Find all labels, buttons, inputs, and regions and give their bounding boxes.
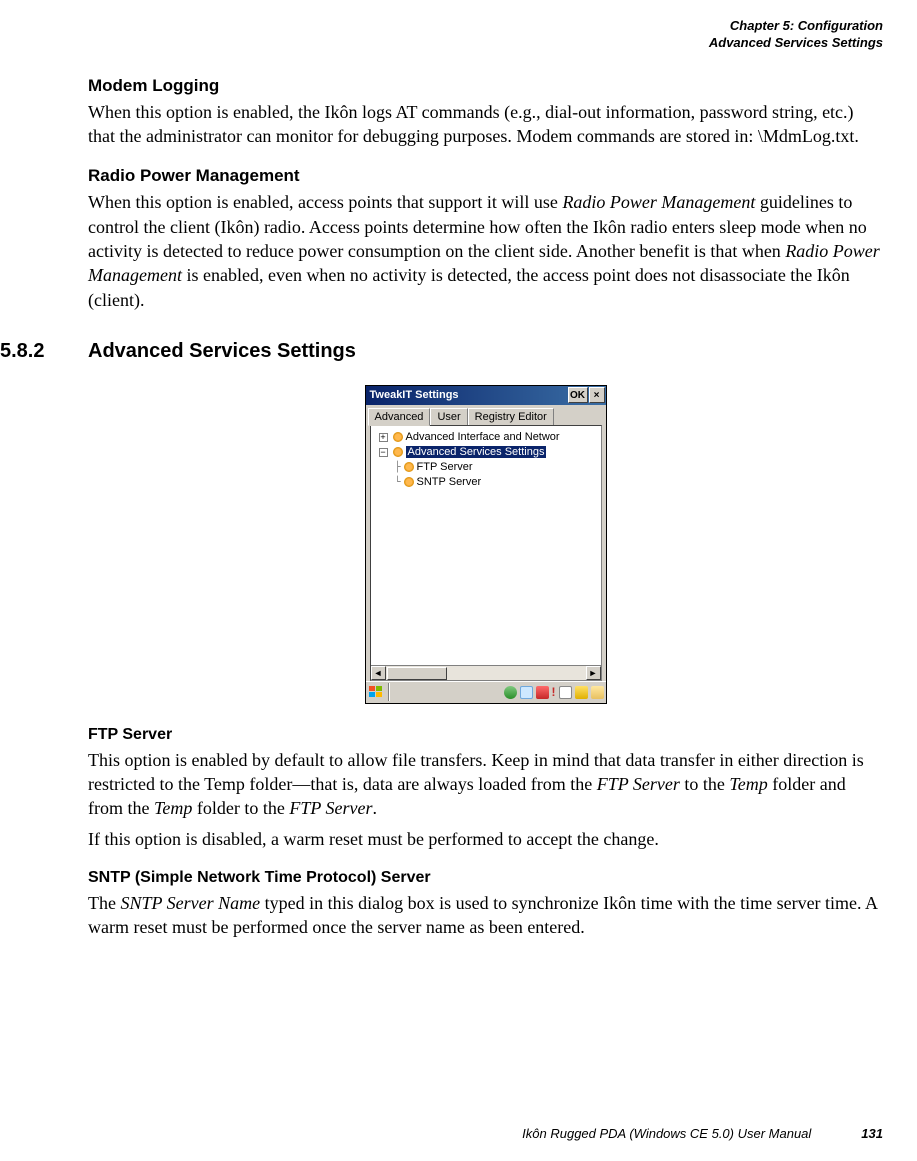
tab-registry[interactable]: Registry Editor — [468, 408, 554, 426]
scroll-track[interactable] — [386, 666, 586, 680]
heading-modem-logging: Modem Logging — [88, 76, 883, 96]
start-icon[interactable] — [368, 685, 384, 699]
scroll-thumb[interactable] — [387, 667, 447, 680]
gear-icon — [404, 462, 414, 472]
tray-icon[interactable] — [575, 686, 588, 699]
paragraph-ftp-1: This option is enabled by default to all… — [88, 748, 883, 821]
expand-icon[interactable]: + — [379, 433, 388, 442]
heading-ftp-server: FTP Server — [88, 726, 883, 744]
tree-label: Advanced Interface and Networ — [406, 431, 560, 443]
paragraph-modem-logging: When this option is enabled, the Ikôn lo… — [88, 100, 883, 149]
header-section: Advanced Services Settings — [0, 35, 883, 52]
paragraph-ftp-2: If this option is disabled, a warm reset… — [88, 827, 883, 851]
page-number: 131 — [861, 1126, 883, 1141]
tab-user[interactable]: User — [430, 408, 467, 426]
horizontal-scrollbar[interactable]: ◄ ► — [371, 665, 601, 680]
tab-bar: Advanced User Registry Editor — [366, 405, 606, 425]
tree-label: SNTP Server — [417, 476, 482, 488]
collapse-icon[interactable]: − — [379, 448, 388, 457]
tree-pane: + Advanced Interface and Networ − Advanc… — [370, 425, 602, 681]
close-icon: × — [594, 390, 600, 401]
header-chapter: Chapter 5: Configuration — [0, 18, 883, 35]
section-title: Advanced Services Settings — [88, 340, 356, 363]
alert-icon[interactable] — [536, 686, 549, 699]
warning-icon[interactable]: ! — [552, 685, 556, 699]
taskbar: ! — [366, 681, 606, 703]
tree-line-icon: └ — [395, 477, 401, 488]
system-tray: ! — [504, 685, 604, 699]
ok-button[interactable]: OK — [568, 387, 588, 403]
battery-icon[interactable] — [591, 686, 604, 699]
tree-item-advanced-services[interactable]: − Advanced Services Settings — [373, 445, 599, 460]
window-titlebar: TweakIT Settings OK × — [366, 386, 606, 405]
tree-item-sntp-server[interactable]: └ SNTP Server — [373, 475, 599, 490]
tree-line-icon: ├ — [395, 462, 401, 473]
gear-icon — [393, 447, 403, 457]
gear-icon — [393, 432, 403, 442]
network-icon[interactable] — [504, 686, 517, 699]
tree-label: FTP Server — [417, 461, 473, 473]
tree-label-selected: Advanced Services Settings — [406, 446, 547, 458]
running-header: Chapter 5: Configuration Advanced Servic… — [0, 18, 883, 52]
gear-icon — [404, 477, 414, 487]
tab-advanced[interactable]: Advanced — [368, 408, 431, 426]
tray-icon[interactable] — [520, 686, 533, 699]
window-title: TweakIT Settings — [370, 389, 568, 401]
tray-icon[interactable] — [559, 686, 572, 699]
footer-title: Ikôn Rugged PDA (Windows CE 5.0) User Ma… — [88, 1126, 811, 1141]
tree-item-advanced-interface[interactable]: + Advanced Interface and Networ — [373, 430, 599, 445]
paragraph-radio-power: When this option is enabled, access poin… — [88, 190, 883, 311]
section-number: 5.8.2 — [0, 340, 88, 363]
screenshot-window: TweakIT Settings OK × Advanced User Regi… — [365, 385, 607, 704]
scroll-left-button[interactable]: ◄ — [371, 666, 386, 680]
page-footer: Ikôn Rugged PDA (Windows CE 5.0) User Ma… — [88, 1126, 883, 1141]
taskbar-divider — [388, 683, 390, 701]
heading-radio-power: Radio Power Management — [88, 166, 883, 186]
scroll-right-button[interactable]: ► — [586, 666, 601, 680]
close-button[interactable]: × — [589, 387, 605, 403]
paragraph-sntp: The SNTP Server Name typed in this dialo… — [88, 891, 883, 940]
heading-sntp-server: SNTP (Simple Network Time Protocol) Serv… — [88, 869, 883, 887]
tree-item-ftp-server[interactable]: ├ FTP Server — [373, 460, 599, 475]
